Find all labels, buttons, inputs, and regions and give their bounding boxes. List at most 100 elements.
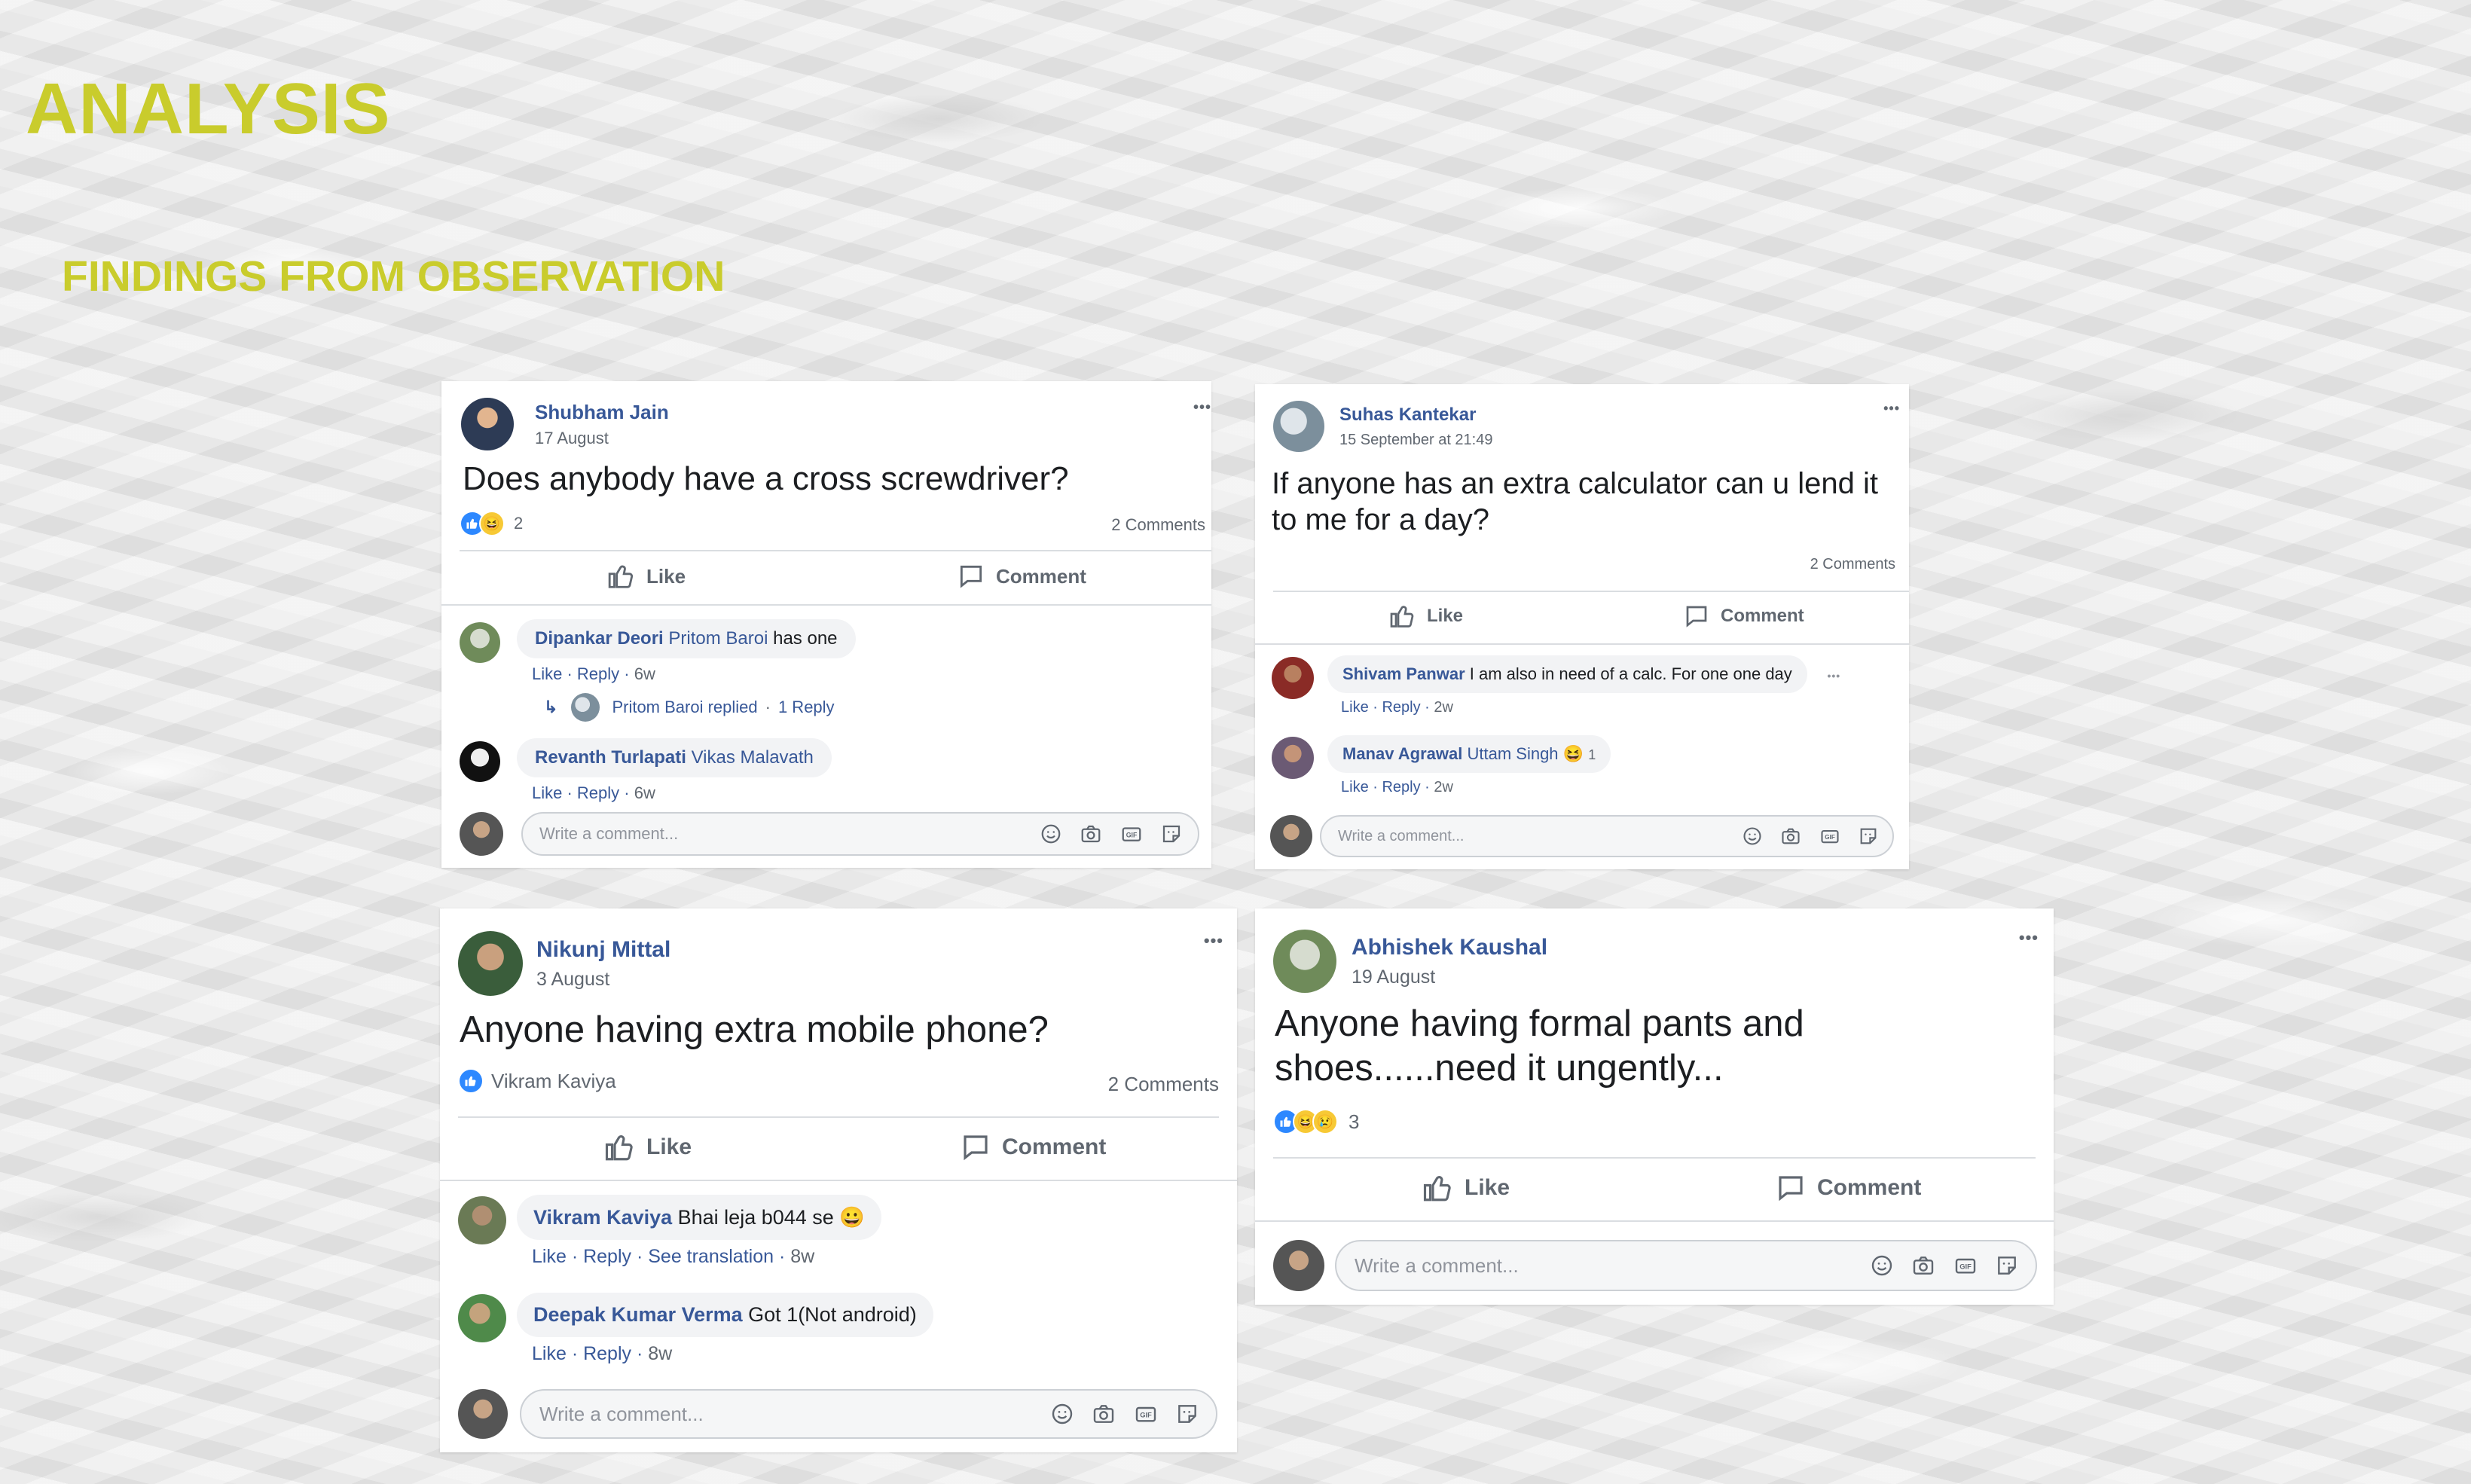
commenter-name[interactable]: Shivam Panwar [1342,664,1465,683]
comment-reply-link[interactable]: Reply [577,664,619,683]
comment-reply-link[interactable]: Reply [1382,779,1420,795]
post-date[interactable]: 15 September at 21:49 [1339,432,1492,449]
like-label: Like [646,1134,692,1159]
replies-summary[interactable]: ↳ Pritom Baroi replied · 1 Reply [544,693,835,722]
comment-input[interactable]: Write a comment... GIF [521,812,1199,856]
post-date[interactable]: 19 August [1352,966,1547,988]
comment-time[interactable]: 6w [634,664,655,683]
post-text: Anyone having formal pants and shoes....… [1275,1003,1804,1089]
author-name[interactable]: Nikunj Mittal [536,937,670,963]
author-avatar[interactable] [461,398,514,450]
comment-like-link[interactable]: Like [1341,699,1369,716]
commenter-avatar[interactable] [458,1294,506,1342]
commenter-avatar[interactable] [1272,657,1314,699]
gif-icon[interactable]: GIF [1119,823,1144,845]
like-button[interactable]: Like [607,562,686,591]
comment-options-icon[interactable]: ••• [1827,670,1840,682]
comment-input[interactable]: Write a comment... GIF [520,1389,1217,1439]
author-name[interactable]: Abhishek Kaushal [1352,935,1547,960]
comment-mention[interactable]: Vikas Malavath [692,747,814,768]
comment-input[interactable]: Write a comment... GIF [1320,815,1894,857]
commenter-name[interactable]: Vikram Kaviya [533,1206,672,1229]
post-date[interactable]: 17 August [535,429,669,448]
author-name[interactable]: Shubham Jain [535,401,669,424]
gif-icon[interactable]: GIF [1953,1253,1978,1278]
commenter-avatar[interactable] [458,1196,506,1244]
author-name[interactable]: Suhas Kantekar [1339,405,1492,426]
gif-icon[interactable]: GIF [1133,1402,1159,1426]
emoji-icon[interactable] [1040,823,1062,845]
comment-reply-link[interactable]: Reply [583,1246,631,1267]
like-reaction-icon [458,1068,484,1094]
emoji-icon[interactable] [1050,1402,1074,1426]
gif-icon[interactable]: GIF [1819,826,1841,847]
comments-count[interactable]: 2 Comments [1810,556,1895,573]
comment-time[interactable]: 8w [648,1343,672,1364]
emoji-icon[interactable] [1742,826,1763,847]
comment-time[interactable]: 6w [634,783,655,802]
comment-label: Comment [996,564,1086,588]
post-card-nikunj: Nikunj Mittal 3 August ••• Anyone having… [440,908,1237,1452]
author-avatar[interactable] [1273,930,1336,993]
comment-button[interactable]: Comment [960,1131,1106,1163]
commenter-name[interactable]: Manav Agrawal [1342,744,1462,763]
commenter-avatar[interactable] [460,622,500,663]
comment-button[interactable]: Comment [1683,603,1804,630]
comment-like-link[interactable]: Like [532,664,562,683]
more-options-icon[interactable]: ••• [1193,399,1211,417]
comment-like-link[interactable]: Like [532,1246,567,1267]
like-button[interactable]: Like [1422,1172,1510,1204]
divider [460,550,1211,551]
camera-icon[interactable] [1779,826,1802,847]
comment-button[interactable]: Comment [1775,1172,1921,1204]
divider [458,1116,1219,1118]
emoji-icon[interactable] [1870,1253,1894,1278]
comment-time[interactable]: 2w [1434,779,1453,795]
author-avatar[interactable] [458,931,523,996]
comment-like-link[interactable]: Like [1341,779,1369,795]
more-options-icon[interactable]: ••• [1204,931,1223,951]
post-card-shubham: Shubham Jain 17 August ••• Does anybody … [441,381,1211,868]
current-user-avatar [458,1389,508,1439]
sticker-icon[interactable] [1858,826,1879,847]
more-options-icon[interactable]: ••• [2019,928,2039,948]
comments-count[interactable]: 2 Comments [1111,515,1205,535]
comment-button[interactable]: Comment [957,562,1086,591]
camera-icon[interactable] [1079,823,1103,845]
more-options-icon[interactable]: ••• [1883,401,1900,417]
commenter-name[interactable]: Deepak Kumar Verma [533,1303,743,1326]
divider [1273,591,1909,592]
comment-mention[interactable]: Pritom Baroi [668,628,768,649]
like-button[interactable]: Like [1389,603,1463,630]
current-user-avatar [1270,815,1312,857]
commenter-avatar[interactable] [1272,737,1314,779]
sticker-icon[interactable] [1995,1253,2019,1278]
camera-icon[interactable] [1911,1253,1936,1278]
divider [441,604,1211,606]
reactions-summary[interactable]: 😆 😢 3 [1273,1109,1359,1134]
comment-input[interactable]: Write a comment... GIF [1335,1240,2037,1291]
comments-count[interactable]: 2 Comments [1108,1073,1219,1096]
post-date[interactable]: 3 August [536,969,670,991]
author-avatar[interactable] [1273,401,1324,452]
comment-reply-link[interactable]: Reply [577,783,619,802]
sticker-icon[interactable] [1160,823,1183,845]
commenter-avatar[interactable] [460,741,500,782]
sticker-icon[interactable] [1175,1402,1199,1426]
camera-icon[interactable] [1091,1402,1116,1426]
commenter-name[interactable]: Dipankar Deori [535,628,664,649]
comment-mention[interactable]: Uttam Singh [1467,744,1558,763]
post-text: Does anybody have a cross screwdriver? [463,460,1069,497]
see-translation-link[interactable]: See translation [648,1246,774,1267]
comment-like-link[interactable]: Like [532,783,562,802]
like-button[interactable]: Like [604,1131,692,1163]
reactions-summary[interactable]: 😆 2 [460,511,523,536]
comment-reply-link[interactable]: Reply [583,1343,631,1364]
comment-like-link[interactable]: Like [532,1343,567,1364]
comment-reply-link[interactable]: Reply [1382,699,1420,716]
reactions-summary[interactable]: Vikram Kaviya [458,1068,616,1094]
commenter-name[interactable]: Revanth Turlapati [535,747,686,768]
comment-time[interactable]: 2w [1434,699,1453,716]
comment-bubble: Shivam Panwar I am also in need of a cal… [1327,655,1807,693]
comment-time[interactable]: 8w [790,1246,814,1267]
